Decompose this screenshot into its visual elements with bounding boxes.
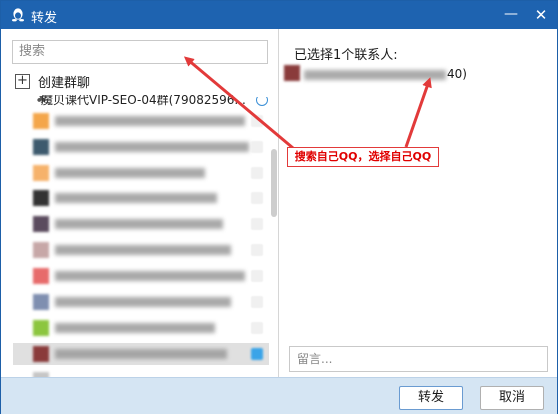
- contact-row[interactable]: [27, 213, 269, 235]
- avatar: [284, 65, 300, 81]
- title-bar: 转发 — ✕: [1, 1, 557, 29]
- contact-checkbox[interactable]: [251, 141, 263, 153]
- contact-checkbox[interactable]: [251, 218, 263, 230]
- forward-button[interactable]: 转发: [399, 386, 463, 410]
- contact-row[interactable]: [27, 369, 269, 377]
- cancel-button[interactable]: 取消: [480, 386, 544, 410]
- avatar: [33, 268, 49, 284]
- contact-checkbox[interactable]: [251, 322, 263, 334]
- avatar: [33, 294, 49, 310]
- create-group-label: 创建群聊: [38, 75, 91, 91]
- contact-name: [55, 142, 249, 152]
- contact-checkbox[interactable]: [251, 296, 263, 308]
- avatar: [33, 139, 49, 155]
- contact-checkbox-checked[interactable]: [251, 348, 263, 360]
- contact-checkbox[interactable]: [251, 192, 263, 204]
- contact-row[interactable]: [27, 239, 269, 261]
- scrollbar-track[interactable]: [270, 89, 278, 377]
- avatar: [33, 216, 49, 232]
- contact-name: [55, 323, 215, 333]
- contact-row-selected[interactable]: [13, 343, 269, 365]
- contact-row[interactable]: [27, 291, 269, 313]
- annotation-label: 搜索自己QQ，选择自己QQ: [287, 147, 439, 167]
- contact-row[interactable]: [27, 265, 269, 287]
- contact-name: [55, 219, 223, 229]
- avatar: [33, 165, 49, 181]
- selected-contact-id[interactable]: 40): [447, 67, 467, 81]
- avatar: [33, 346, 49, 362]
- contact-checkbox[interactable]: [251, 167, 263, 179]
- close-icon[interactable]: ✕: [528, 3, 554, 27]
- qq-penguin-icon: [12, 8, 24, 22]
- contact-name: [55, 168, 205, 178]
- contact-name: [55, 193, 217, 203]
- avatar: [33, 190, 49, 206]
- contact-name: [55, 116, 245, 126]
- window-title: 转发: [31, 11, 58, 26]
- avatar: [33, 320, 49, 336]
- selected-contacts-panel: 已选择1个联系人: 40) 留言...: [280, 29, 557, 377]
- contact-checkbox[interactable]: [251, 270, 263, 282]
- contact-checkbox[interactable]: [251, 244, 263, 256]
- selected-count-label: 已选择1个联系人:: [294, 48, 398, 63]
- contact-row[interactable]: [27, 136, 269, 158]
- message-input[interactable]: 留言...: [289, 346, 548, 372]
- contact-name: [55, 297, 231, 307]
- plus-icon: +: [15, 73, 30, 89]
- scrollbar-thumb[interactable]: [271, 149, 277, 217]
- contact-picker-panel: 搜索 + 创建群聊 ♣ 魔贝课代VIP-SEO-04群(79082596...: [1, 29, 279, 377]
- contact-list: [13, 89, 269, 377]
- contact-row[interactable]: [27, 317, 269, 339]
- dialog-footer: 转发 取消: [1, 377, 557, 414]
- contact-name: [55, 245, 231, 255]
- search-input[interactable]: 搜索: [12, 40, 268, 64]
- contact-name: [55, 271, 245, 281]
- minimize-icon[interactable]: —: [498, 3, 524, 27]
- forward-dialog: 转发 — ✕ 搜索 + 创建群聊 ♣ 魔贝课代VIP-SEO-04群(79082…: [0, 0, 558, 414]
- contact-row[interactable]: [27, 162, 269, 184]
- avatar: [33, 113, 49, 129]
- avatar: [33, 242, 49, 258]
- contact-checkbox[interactable]: [251, 115, 263, 127]
- contact-row[interactable]: [27, 187, 269, 209]
- contact-name: [55, 349, 227, 359]
- create-group-button[interactable]: + 创建群聊: [15, 72, 91, 91]
- selected-contact-name: [304, 70, 446, 80]
- contact-row[interactable]: [27, 110, 269, 132]
